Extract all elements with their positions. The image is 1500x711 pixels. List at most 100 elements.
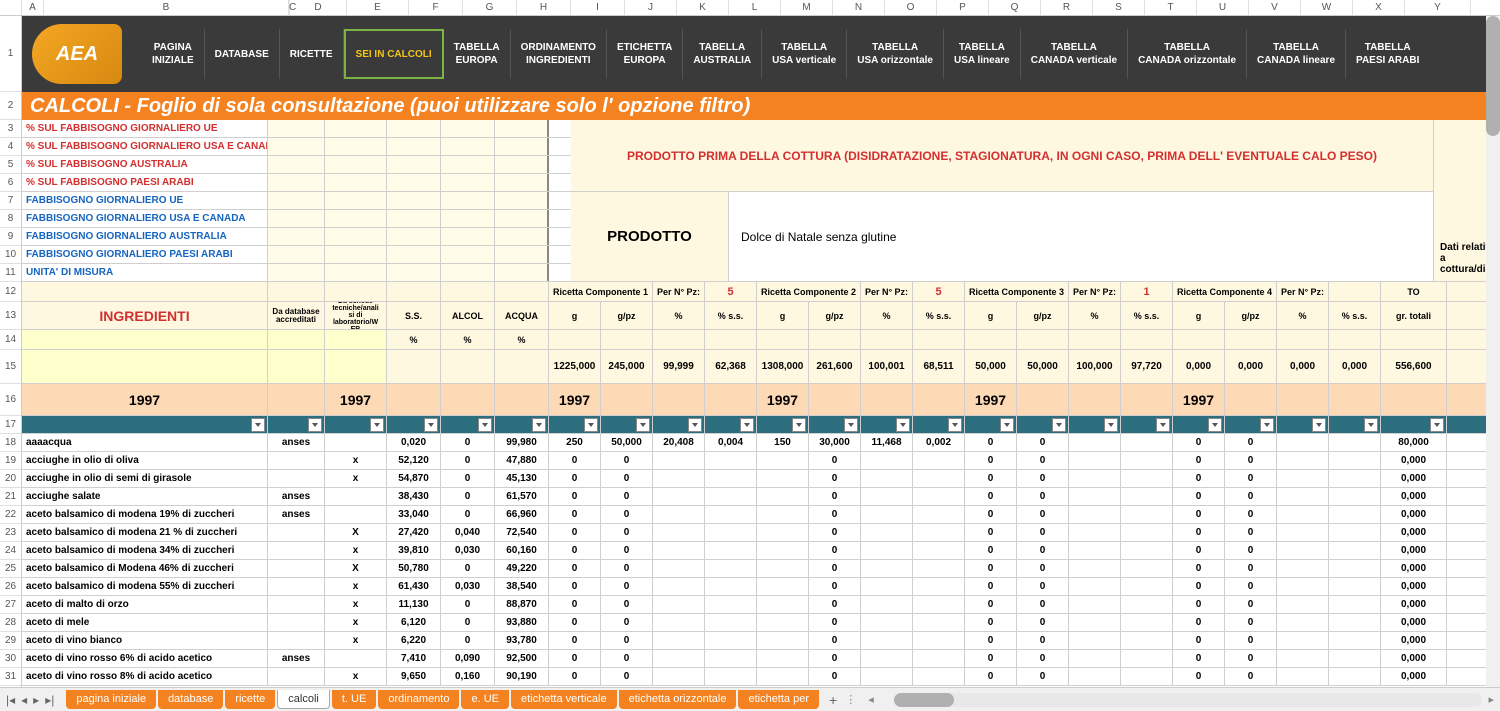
sheet-tab-etichetta-verticale[interactable]: etichetta verticale bbox=[511, 690, 617, 709]
col-header-I[interactable]: I bbox=[571, 0, 625, 15]
row-num-19[interactable]: 19 bbox=[0, 452, 21, 470]
row-num-22[interactable]: 22 bbox=[0, 506, 21, 524]
sheet-tab-calcoli[interactable]: calcoli bbox=[277, 690, 330, 709]
row-num-8[interactable]: 8 bbox=[0, 210, 21, 228]
row-num-25[interactable]: 25 bbox=[0, 560, 21, 578]
add-sheet-icon[interactable]: + bbox=[829, 692, 837, 708]
col-header-M[interactable]: M bbox=[781, 0, 833, 15]
col-header-D[interactable]: D bbox=[290, 0, 347, 15]
scroll-left-icon[interactable]: ◂ bbox=[868, 693, 874, 706]
filter-button[interactable] bbox=[792, 418, 806, 432]
row-num-16[interactable]: 16 bbox=[0, 384, 21, 416]
filter-button[interactable] bbox=[740, 418, 754, 432]
tab-last-icon[interactable]: ▸| bbox=[45, 693, 54, 707]
sheet-tab-e.-UE[interactable]: e. UE bbox=[461, 690, 509, 709]
filter-button[interactable] bbox=[1156, 418, 1170, 432]
filter-button[interactable] bbox=[308, 418, 322, 432]
filter-button[interactable] bbox=[1104, 418, 1118, 432]
filter-button[interactable] bbox=[1052, 418, 1066, 432]
row-num-29[interactable]: 29 bbox=[0, 632, 21, 650]
row-num-11[interactable]: 11 bbox=[0, 264, 21, 282]
row-num-6[interactable]: 6 bbox=[0, 174, 21, 192]
nav-tabella[interactable]: TABELLACANADA verticale bbox=[1021, 29, 1128, 79]
row-num-9[interactable]: 9 bbox=[0, 228, 21, 246]
filter-button[interactable] bbox=[688, 418, 702, 432]
tab-nav[interactable]: |◂ ◂ ▸ ▸| bbox=[6, 693, 54, 707]
sheet-tab-database[interactable]: database bbox=[158, 690, 223, 709]
col-header-S[interactable]: S bbox=[1093, 0, 1145, 15]
col-header-O[interactable]: O bbox=[885, 0, 937, 15]
col-header-B[interactable]: B bbox=[44, 0, 289, 15]
row-num-30[interactable]: 30 bbox=[0, 650, 21, 668]
row-num-7[interactable]: 7 bbox=[0, 192, 21, 210]
sheet-tab-pagina-iniziale[interactable]: pagina iniziale bbox=[66, 690, 156, 709]
nav-database[interactable]: DATABASE bbox=[205, 29, 280, 79]
col-header-R[interactable]: R bbox=[1041, 0, 1093, 15]
row-num-26[interactable]: 26 bbox=[0, 578, 21, 596]
sheet-tab-etichetta-orizzontale[interactable]: etichetta orizzontale bbox=[619, 690, 737, 709]
nav-tabella[interactable]: TABELLACANADA orizzontale bbox=[1128, 29, 1247, 79]
col-header-H[interactable]: H bbox=[517, 0, 571, 15]
nav-tabella[interactable]: TABELLAUSA lineare bbox=[944, 29, 1021, 79]
col-header-F[interactable]: F bbox=[409, 0, 463, 15]
row-num-1[interactable]: 1 bbox=[0, 16, 21, 92]
vertical-scrollbar[interactable] bbox=[1486, 16, 1500, 687]
row-num-5[interactable]: 5 bbox=[0, 156, 21, 174]
row-num-21[interactable]: 21 bbox=[0, 488, 21, 506]
col-header-Y[interactable]: Y bbox=[1405, 0, 1471, 15]
sheet-tab-etichetta-per[interactable]: etichetta per bbox=[738, 690, 819, 709]
col-header-T[interactable]: T bbox=[1145, 0, 1197, 15]
nav-pagina[interactable]: PAGINAINIZIALE bbox=[142, 29, 205, 79]
row-num-10[interactable]: 10 bbox=[0, 246, 21, 264]
col-header-W[interactable]: W bbox=[1301, 0, 1353, 15]
row-num-14[interactable]: 14 bbox=[0, 330, 21, 350]
col-header-X[interactable]: X bbox=[1353, 0, 1405, 15]
horizontal-scrollbar[interactable] bbox=[894, 693, 1483, 707]
row-num-27[interactable]: 27 bbox=[0, 596, 21, 614]
nav-sei-in-calcoli[interactable]: SEI IN CALCOLI bbox=[344, 29, 444, 79]
filter-button[interactable] bbox=[478, 418, 492, 432]
col-header-N[interactable]: N bbox=[833, 0, 885, 15]
filter-button[interactable] bbox=[370, 418, 384, 432]
row-num-17[interactable]: 17 bbox=[0, 416, 21, 434]
filter-button[interactable] bbox=[424, 418, 438, 432]
nav-tabella[interactable]: TABELLAUSA verticale bbox=[762, 29, 847, 79]
filter-button[interactable] bbox=[1260, 418, 1274, 432]
nav-tabella[interactable]: TABELLAPAESI ARABI bbox=[1346, 29, 1429, 79]
filter-button[interactable] bbox=[1208, 418, 1222, 432]
row-num-3[interactable]: 3 bbox=[0, 120, 21, 138]
row-num-12[interactable]: 12 bbox=[0, 282, 21, 302]
filter-button[interactable] bbox=[1000, 418, 1014, 432]
col-header-V[interactable]: V bbox=[1249, 0, 1301, 15]
row-num-28[interactable]: 28 bbox=[0, 614, 21, 632]
tab-menu-icon[interactable]: ⋮ bbox=[845, 693, 856, 706]
row-num-18[interactable]: 18 bbox=[0, 434, 21, 452]
tab-prev-icon[interactable]: ◂ bbox=[21, 693, 27, 707]
filter-button[interactable] bbox=[896, 418, 910, 432]
row-num-15[interactable]: 15 bbox=[0, 350, 21, 384]
filter-button[interactable] bbox=[1312, 418, 1326, 432]
nav-tabella[interactable]: TABELLAEUROPA bbox=[444, 29, 511, 79]
nav-tabella[interactable]: TABELLACANADA lineare bbox=[1247, 29, 1346, 79]
nav-tabella[interactable]: TABELLAUSA orizzontale bbox=[847, 29, 944, 79]
filter-button[interactable] bbox=[1364, 418, 1378, 432]
sheet-tab-t.-UE[interactable]: t. UE bbox=[332, 690, 376, 709]
sheet-tab-ricette[interactable]: ricette bbox=[225, 690, 275, 709]
col-header-A[interactable]: A bbox=[22, 0, 44, 15]
col-header-K[interactable]: K bbox=[677, 0, 729, 15]
row-num-20[interactable]: 20 bbox=[0, 470, 21, 488]
scroll-right-icon[interactable]: ▸ bbox=[1488, 693, 1494, 706]
tab-next-icon[interactable]: ▸ bbox=[33, 693, 39, 707]
tab-first-icon[interactable]: |◂ bbox=[6, 693, 15, 707]
filter-button[interactable] bbox=[844, 418, 858, 432]
col-header-G[interactable]: G bbox=[463, 0, 517, 15]
row-num-4[interactable]: 4 bbox=[0, 138, 21, 156]
filter-button[interactable] bbox=[948, 418, 962, 432]
nav-etichetta[interactable]: ETICHETTAEUROPA bbox=[607, 29, 683, 79]
col-header-P[interactable]: P bbox=[937, 0, 989, 15]
filter-button[interactable] bbox=[1430, 418, 1444, 432]
col-header-E[interactable]: E bbox=[347, 0, 409, 15]
nav-tabella[interactable]: TABELLAAUSTRALIA bbox=[683, 29, 762, 79]
nav-ricette[interactable]: RICETTE bbox=[280, 29, 344, 79]
col-header-L[interactable]: L bbox=[729, 0, 781, 15]
